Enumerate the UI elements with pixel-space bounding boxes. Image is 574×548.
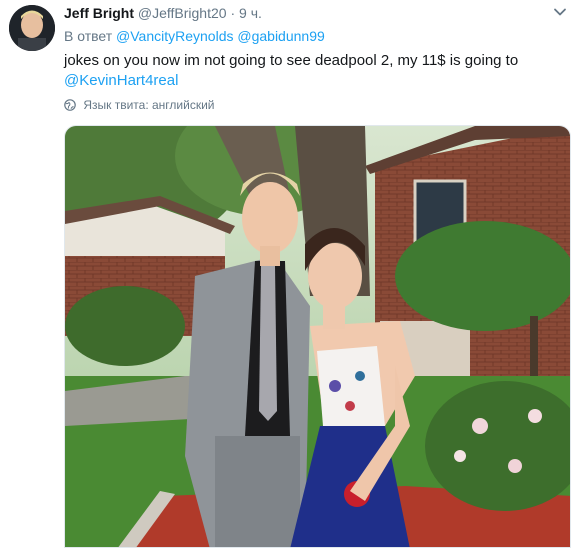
tweet-photo[interactable] xyxy=(64,125,571,548)
mention-link-1[interactable]: @VancityReynolds xyxy=(116,28,233,44)
author-name[interactable]: Jeff Bright xyxy=(64,5,134,21)
separator: · xyxy=(230,5,236,21)
reply-prefix: В ответ xyxy=(64,28,113,44)
chevron-down-icon[interactable] xyxy=(552,4,568,20)
tweet-time[interactable]: 9 ч. xyxy=(239,5,262,21)
reply-context: В ответ @VancityReynolds @gabidunn99 xyxy=(64,27,325,45)
mention-link-3[interactable]: @KevinHart4real xyxy=(64,72,178,89)
tweet-body: jokes on you now im not going to see dea… xyxy=(64,52,519,69)
globe-icon xyxy=(64,99,76,115)
tweet-text: jokes on you now im not going to see dea… xyxy=(64,51,534,91)
author-handle[interactable]: @JeffBright20 xyxy=(138,5,227,21)
avatar[interactable] xyxy=(9,5,55,51)
language-label: Язык твита: английский xyxy=(83,98,215,112)
mention-link-2[interactable]: @gabidunn99 xyxy=(237,28,324,44)
tweet-header: Jeff Bright @JeffBright20 · 9 ч. xyxy=(64,4,564,22)
tweet-language: Язык твита: английский xyxy=(64,97,214,115)
